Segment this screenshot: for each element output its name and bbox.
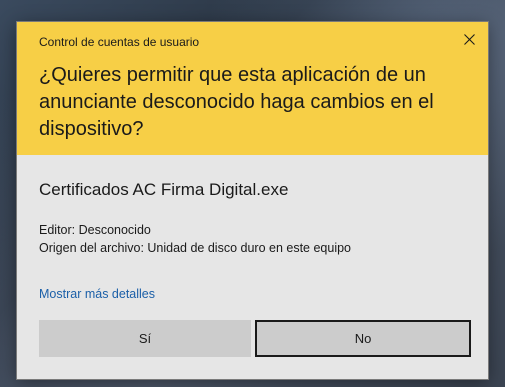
show-more-details-link[interactable]: Mostrar más detalles	[39, 287, 155, 301]
uac-dialog: Control de cuentas de usuario ¿Quieres p…	[17, 22, 488, 379]
app-info: Editor: Desconocido Origen del archivo: …	[39, 221, 351, 257]
app-name: Certificados AC Firma Digital.exe	[39, 180, 289, 199]
dialog-header: Control de cuentas de usuario ¿Quieres p…	[17, 22, 488, 155]
dialog-title: Control de cuentas de usuario	[39, 35, 200, 49]
close-button[interactable]	[456, 28, 482, 50]
close-icon	[463, 33, 475, 45]
permission-question: ¿Quieres permitir que esta aplicación de…	[39, 64, 434, 140]
publisher-text: Editor: Desconocido	[39, 223, 151, 237]
yes-button[interactable]: Sí	[39, 320, 251, 357]
file-origin-text: Origen del archivo: Unidad de disco duro…	[39, 241, 352, 255]
no-button[interactable]: No	[255, 320, 471, 357]
